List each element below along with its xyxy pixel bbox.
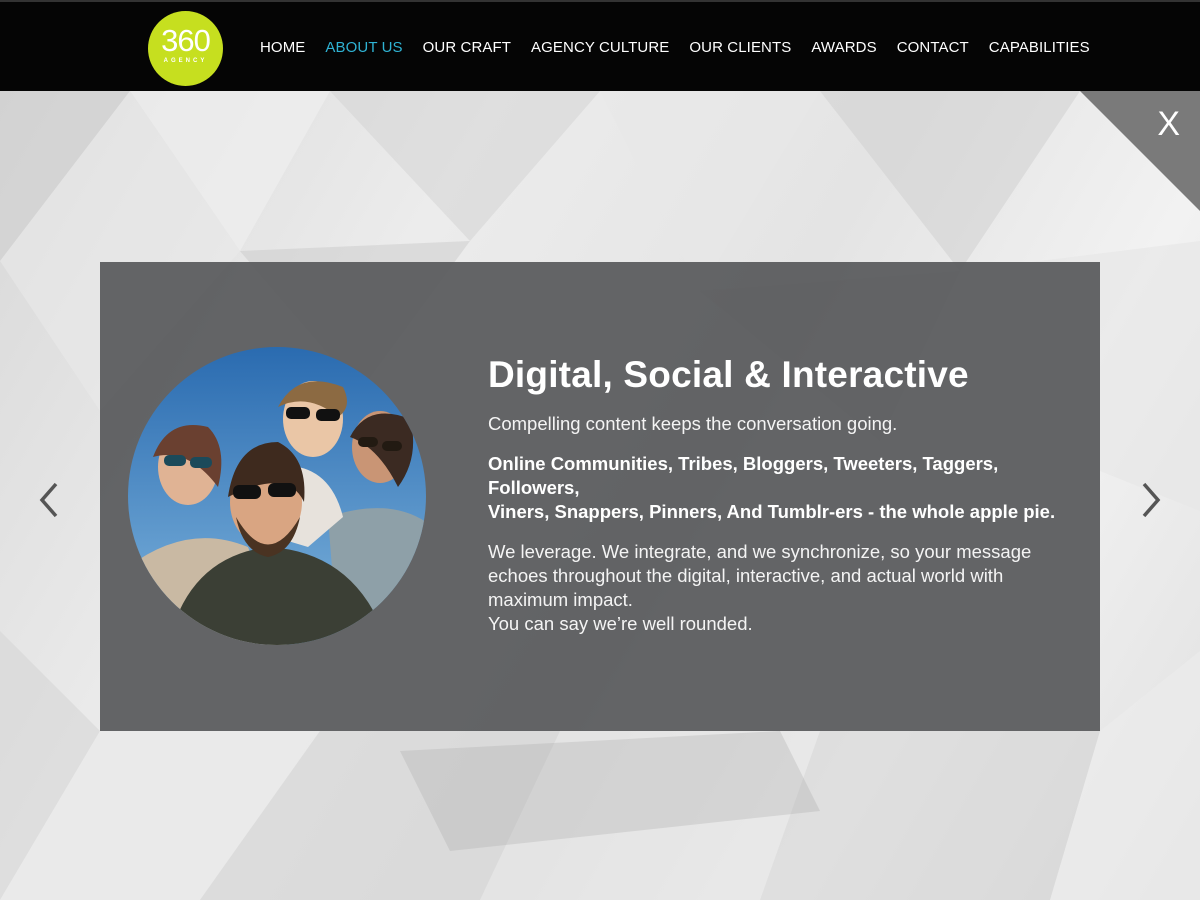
info-panel: Digital, Social & Interactive Compelling…: [100, 262, 1100, 731]
audience-list: Online Communities, Tribes, Bloggers, Tw…: [488, 452, 1088, 524]
logo-subtitle: AGENCY: [163, 58, 208, 64]
body-line: maximum impact.: [488, 589, 633, 610]
logo-number: 360: [161, 23, 211, 58]
nav-home[interactable]: HOME: [260, 39, 305, 57]
panel-content: Digital, Social & Interactive Compelling…: [488, 352, 1088, 636]
chevron-right-icon: [1142, 482, 1161, 518]
group-selfie-photo: [128, 347, 426, 645]
audience-line: Viners, Snappers, Pinners, And Tumblr-er…: [488, 501, 1056, 522]
nav-capabilities[interactable]: CAPABILITIES: [989, 39, 1090, 57]
main-nav: HOME ABOUT US OUR CRAFT AGENCY CULTURE O…: [260, 39, 1110, 57]
nav-our-craft[interactable]: OUR CRAFT: [423, 39, 511, 57]
audience-line: Online Communities, Tribes, Bloggers, Tw…: [488, 453, 999, 474]
close-button[interactable]: X: [1157, 107, 1180, 141]
close-corner-background: [1080, 91, 1200, 211]
prev-slide-button[interactable]: [34, 480, 64, 520]
nav-contact[interactable]: CONTACT: [897, 39, 969, 57]
panel-title: Digital, Social & Interactive: [488, 354, 969, 395]
panel-lead: Compelling content keeps the conversatio…: [488, 413, 898, 434]
nav-awards[interactable]: AWARDS: [811, 39, 876, 57]
site-header: 360 AGENCY HOME ABOUT US OUR CRAFT AGENC…: [0, 0, 1200, 91]
body-line: We leverage. We integrate, and we synchr…: [488, 541, 1032, 562]
agency-logo[interactable]: 360 AGENCY: [148, 11, 223, 86]
nav-our-clients[interactable]: OUR CLIENTS: [689, 39, 791, 57]
next-slide-button[interactable]: [1136, 480, 1166, 520]
body-line: echoes throughout the digital, interacti…: [488, 565, 1004, 586]
chevron-left-icon: [39, 482, 58, 518]
nav-agency-culture[interactable]: AGENCY CULTURE: [531, 39, 669, 57]
nav-about-us[interactable]: ABOUT US: [325, 39, 402, 57]
panel-body: We leverage. We integrate, and we synchr…: [488, 540, 1088, 636]
body-line: You can say we’re well rounded.: [488, 613, 753, 634]
audience-line: Followers,: [488, 477, 580, 498]
